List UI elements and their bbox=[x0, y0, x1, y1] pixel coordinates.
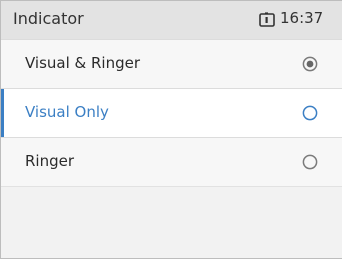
radio-ring bbox=[302, 154, 318, 170]
indicator-options-list: Visual & Ringer Visual Only Ringer bbox=[1, 39, 342, 186]
page-title: Indicator bbox=[13, 9, 84, 28]
radio-button[interactable] bbox=[302, 56, 318, 72]
clock: 16:37 bbox=[280, 9, 324, 27]
empty-area bbox=[1, 186, 342, 258]
option-ringer[interactable]: Ringer bbox=[1, 137, 342, 186]
radio-button[interactable] bbox=[302, 105, 318, 121]
option-visual-and-ringer[interactable]: Visual & Ringer bbox=[1, 39, 342, 88]
option-visual-only[interactable]: Visual Only bbox=[1, 88, 342, 137]
radio-ring bbox=[302, 105, 318, 121]
indicator-screen: Indicator 16:37 Visual & Ringer Visual O… bbox=[0, 0, 342, 259]
option-label: Visual & Ringer bbox=[25, 54, 141, 72]
status-bar: Indicator 16:37 bbox=[1, 1, 342, 39]
radio-dot bbox=[306, 60, 314, 68]
option-label: Visual Only bbox=[25, 103, 109, 121]
sim-card-icon bbox=[259, 12, 275, 27]
radio-button[interactable] bbox=[302, 154, 318, 170]
option-label: Ringer bbox=[25, 152, 75, 170]
focus-accent bbox=[1, 89, 4, 137]
